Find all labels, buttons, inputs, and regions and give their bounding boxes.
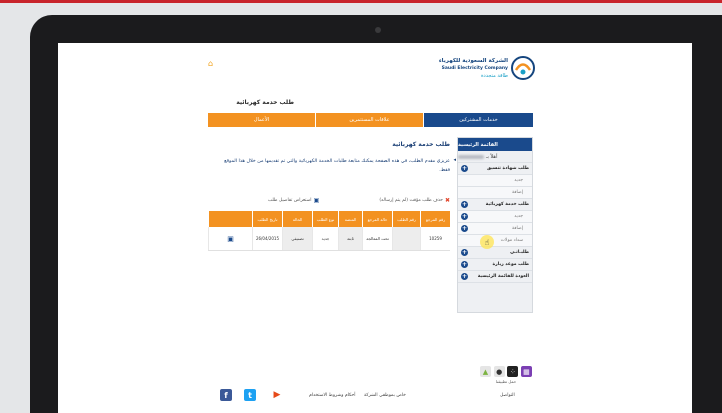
view-request-details-button[interactable]: ▣ استعراض تفاصيل طلب [268,197,319,204]
footer-terms-link[interactable]: أحكام وشروط الاستخدام [309,393,356,398]
sidebar-item-label: جديد [514,178,523,183]
col-reference-number: رقم المرجع [420,211,450,227]
browser-screen: ⌂ الشركة السعودية للكهرباء Saudi Electri… [58,43,692,413]
main-nav: الأعمال علاقات المستثمرين خدمات المشتركي… [208,113,533,127]
youtube-icon[interactable]: ▶ [271,389,283,401]
col-request-number: رقم الطلب [392,211,420,227]
sidebar-item-new[interactable]: جديد [458,175,532,187]
row-details-icon[interactable]: ▣ [227,235,234,243]
requests-table: رقم المرجع رقم الطلب حالة المرجع المنصة … [208,211,450,251]
delete-draft-request-label: حذف طلب مؤقت (لم يتم إرساله) [379,198,443,203]
bullet-icon: ◂ [453,157,456,163]
video-top-strip [0,0,722,3]
sidebar-item-label: جديد [514,214,523,219]
sidebar-item-label: العودة للقائمة الرئيسية [477,274,529,279]
cell-platform: ثابتة [338,227,362,250]
apps-label: حمل تطبيقنا [495,379,517,384]
sidebar: القائمة الرئيسية أهلاً بـ + طلب شهادة تن… [457,137,533,313]
sidebar-item-label: إضافة [511,226,523,231]
delete-icon: ✖ [444,197,450,204]
cell-reference-status: تحت المعالجة [362,227,392,250]
sidebar-item-visit-appointment[interactable]: + طلب موعد زيارة [458,259,532,271]
sidebar-item-label: طلب موعد زيارة [492,262,529,267]
plus-icon: + [461,165,468,172]
sidebar-item-coordination-certificate[interactable]: + طلب شهادة تنسيق [458,163,532,175]
sidebar-greeting: أهلاً بـ [458,151,532,163]
cell-status: تصنيفي [282,227,312,250]
content-title: طلب خدمة كهربائية [392,141,450,148]
company-name-en: Saudi Electricity Company [441,66,508,71]
plus-icon: + [461,201,468,208]
sidebar-item-label: طلب شهادة تنسيق [486,166,529,171]
twitter-icon[interactable]: t [244,389,256,401]
windows-icon[interactable]: ▦ [520,366,532,377]
view-details-icon: ▣ [313,197,320,204]
plus-icon: + [461,213,468,220]
cell-request-type: جديد [312,227,338,250]
sidebar-item-label: طلب خدمة كهربائية [485,202,529,207]
sidebar-item-my-requests[interactable]: + طلبـاتـي [458,247,532,259]
col-status: الحالة [282,211,312,227]
plus-icon: + [461,261,468,268]
sidebar-item-add-service[interactable]: + إضافة [458,223,532,235]
table-row[interactable]: 10259 تحت المعالجة ثابتة جديد تصنيفي 26/… [208,227,450,251]
col-request-type: نوع الطلب [312,211,338,227]
blurred-username [458,154,484,159]
apple-icon[interactable]: ● [493,366,505,377]
col-actions [208,211,252,227]
sidebar-item-label: إضافة [511,190,523,195]
company-slogan: طاقة متجددة [480,73,508,79]
cell-request-number [392,227,420,250]
tab-investor-relations[interactable]: علاقات المستثمرين [316,113,424,127]
sidebar-item-add[interactable]: إضافة [458,187,532,199]
sidebar-item-label: سداد مولات [500,238,523,243]
facebook-icon[interactable]: f [220,389,232,401]
logo-mark-icon [511,56,535,80]
content-description: عزيزي مقدم الطلب، في هذه الصفحة يمكنك مت… [224,159,450,173]
plus-icon: + [461,225,468,232]
home-icon[interactable]: ⌂ [208,60,213,68]
tab-customer-services[interactable]: خدمات المشتركين [424,113,533,127]
company-logo[interactable]: الشركة السعودية للكهرباء Saudi Electrici… [436,55,536,95]
app-downloads: ▲ ● ⁘ ▦ حمل تطبيقنا [480,366,532,384]
cell-request-date: 26/04/2015 [252,227,282,250]
tab-business[interactable]: الأعمال [208,113,316,127]
plus-icon: + [461,249,468,256]
plus-icon: + [461,273,468,280]
col-request-date: تاريخ الطلب [252,211,282,227]
cell-actions: ▣ [208,227,252,250]
col-reference-status: حالة المرجع [362,211,392,227]
sidebar-item-back-to-main[interactable]: + العودة للقائمة الرئيسية [458,271,532,283]
hand-cursor-icon: ☝ [480,235,494,249]
company-name-ar: الشركة السعودية للكهرباء [438,58,508,64]
webcam [375,27,381,33]
cell-reference-number: 10259 [420,227,450,250]
table-header-row: رقم المرجع رقم الطلب حالة المرجع المنصة … [208,211,450,227]
col-platform: المنصة [338,211,362,227]
app-store-icons: ▲ ● ⁘ ▦ [480,366,532,377]
table-actions: ✖ حذف طلب مؤقت (لم يتم إرساله) ▣ استعراض… [208,197,450,207]
sidebar-item-new-service[interactable]: + جديد [458,211,532,223]
laptop-frame: ⌂ الشركة السعودية للكهرباء Saudi Electri… [30,15,722,413]
footer-contact-link[interactable]: التواصل [500,393,515,398]
greeting-label: أهلاً بـ [486,153,498,160]
delete-draft-request-button[interactable]: ✖ حذف طلب مؤقت (لم يتم إرساله) [379,197,450,204]
sidebar-item-label: طلبـاتـي [510,250,529,255]
footer-employees-link[interactable]: خاص بموظفي الشركة [364,393,406,398]
android-icon[interactable]: ▲ [480,366,491,377]
blackberry-icon[interactable]: ⁘ [507,366,519,377]
page-title: طلب خدمة كهربائية [236,99,294,106]
sidebar-title: القائمة الرئيسية [458,138,532,151]
view-request-details-label: استعراض تفاصيل طلب [268,198,312,203]
sidebar-item-payment[interactable]: سداد مولات [458,235,532,247]
sidebar-item-electrical-service[interactable]: + طلب خدمة كهربائية [458,199,532,211]
